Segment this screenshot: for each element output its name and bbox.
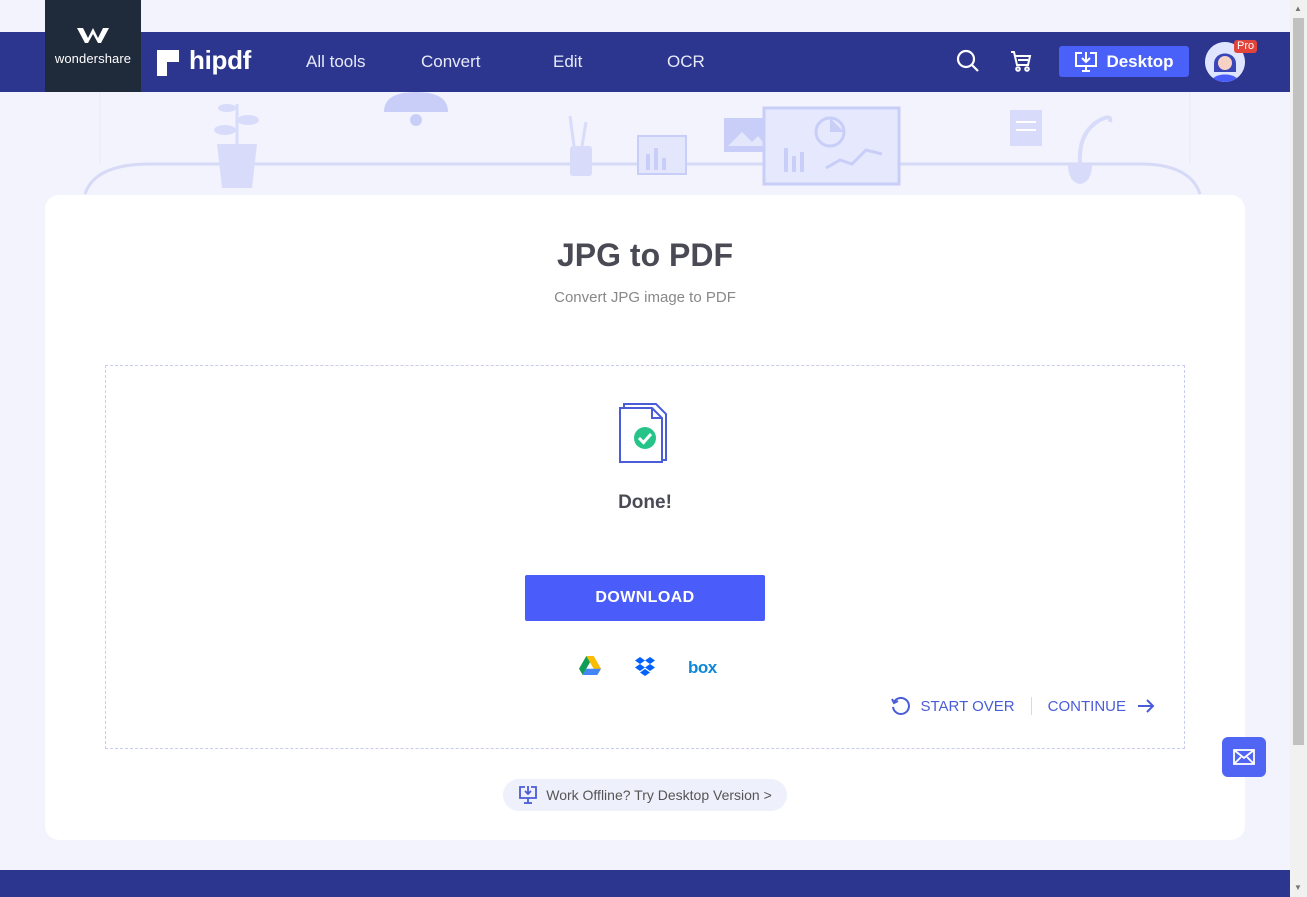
desktop-download-icon <box>519 786 538 804</box>
scroll-down-icon[interactable]: ▼ <box>1294 883 1302 892</box>
desktop-version-link[interactable]: Work Offline? Try Desktop Version > <box>503 779 787 811</box>
page-title: JPG to PDF <box>556 237 733 273</box>
box-icon[interactable]: box <box>688 658 717 678</box>
result-area: Done! DOWNLOAD box START OVER CONTINUE <box>105 365 1185 749</box>
header-illustration <box>83 92 1202 195</box>
scrollbar-thumb[interactable] <box>1293 18 1304 745</box>
nav-convert[interactable]: Convert <box>421 52 481 72</box>
start-over-label: START OVER <box>920 697 1015 715</box>
easel-chart-icon <box>637 135 687 175</box>
wondershare-logo[interactable]: wondershare <box>45 0 141 92</box>
download-button[interactable]: DOWNLOAD <box>525 575 765 621</box>
desktop-download-button[interactable]: Desktop <box>1059 46 1189 77</box>
hipdf-mark-icon <box>157 49 179 76</box>
wondershare-mark-icon <box>45 26 141 49</box>
scroll-up-icon[interactable]: ▲ <box>1294 4 1302 13</box>
nav-edit[interactable]: Edit <box>553 52 582 72</box>
page-subtitle: Convert JPG image to PDF <box>554 289 736 306</box>
start-over-button[interactable]: START OVER <box>890 696 1015 716</box>
converter-card: JPG to PDF Convert JPG image to PDF Done… <box>45 195 1245 840</box>
top-strip <box>0 0 1290 32</box>
file-done-icon <box>618 402 670 469</box>
arrow-right-icon <box>1138 699 1155 713</box>
search-icon[interactable] <box>956 49 980 78</box>
dashboard-board-icon <box>762 106 901 186</box>
desktop-version-text: Work Offline? Try Desktop Version > <box>546 787 772 803</box>
pencil-cup-icon <box>568 115 592 176</box>
wondershare-text: wondershare <box>54 51 132 66</box>
continue-label: CONTINUE <box>1047 697 1126 715</box>
mail-icon <box>1233 749 1255 765</box>
feedback-mail-button[interactable] <box>1222 737 1266 777</box>
continue-button[interactable]: CONTINUE <box>1048 698 1156 715</box>
cart-icon[interactable] <box>1009 49 1033 78</box>
hipdf-text: hipdf <box>189 45 252 75</box>
top-navbar: wondershare hipdf All tools Convert Edit… <box>0 0 1290 92</box>
pro-badge: Pro <box>1234 40 1258 53</box>
document-icon <box>1010 110 1042 146</box>
vase-icon <box>1068 115 1113 184</box>
page-scrollbar[interactable]: ▲ ▼ <box>1290 0 1307 897</box>
dropbox-icon[interactable] <box>634 656 656 683</box>
footer-bar <box>0 870 1290 897</box>
nav-all-tools[interactable]: All tools <box>306 52 366 72</box>
done-status: Done! <box>618 492 672 513</box>
lamp-icon <box>384 92 448 126</box>
result-actions: START OVER CONTINUE <box>890 696 1156 716</box>
desktop-button-label: Desktop <box>1106 51 1174 71</box>
nav-ocr[interactable]: OCR <box>667 52 705 72</box>
actions-divider <box>1030 697 1032 715</box>
refresh-icon <box>891 697 911 715</box>
google-drive-icon[interactable] <box>579 656 601 681</box>
hipdf-logo[interactable]: hipdf <box>157 45 251 76</box>
plant-icon <box>214 104 259 188</box>
desktop-download-icon <box>1075 51 1098 72</box>
